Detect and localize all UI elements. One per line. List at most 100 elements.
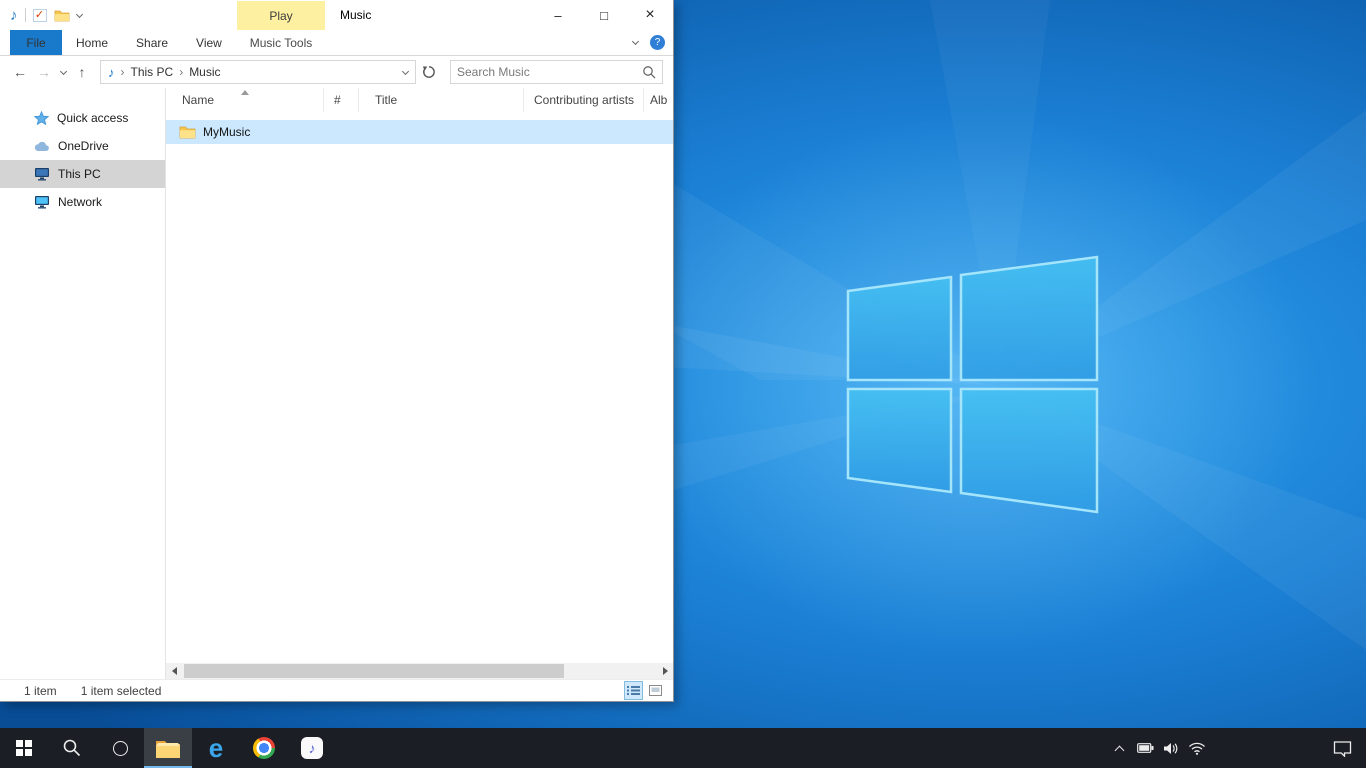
column-headers: Name # Title Contributing artists Alb [166, 88, 673, 112]
contextual-tab-play[interactable]: Play [237, 1, 325, 30]
itunes-icon: ♪ [301, 737, 323, 759]
sidebar-item-this-pc[interactable]: This PC [0, 160, 165, 188]
column-label: # [334, 93, 341, 107]
qat-dropdown-icon[interactable] [75, 10, 82, 17]
sidebar-item-label: OneDrive [58, 139, 109, 153]
cortana-icon [113, 741, 128, 756]
help-icon[interactable]: ? [650, 35, 665, 50]
column-header-title[interactable]: Title [359, 88, 524, 112]
large-icons-view-icon [649, 685, 662, 696]
battery-icon [1137, 743, 1154, 753]
taskbar-file-explorer-button[interactable] [144, 728, 192, 768]
column-label: Contributing artists [534, 93, 634, 107]
status-bar: 1 item 1 item selected [0, 679, 673, 701]
column-header-name[interactable]: Name [166, 88, 324, 112]
cloud-icon [34, 141, 50, 152]
title-bar: ♪ ✓ Play Music – □ × [0, 0, 673, 30]
network-button[interactable] [1184, 728, 1210, 768]
windows-logo-icon [16, 740, 32, 756]
window-body: Quick access OneDrive This PC [0, 88, 673, 679]
caption-buttons: – □ × [535, 0, 673, 30]
scroll-left-button[interactable] [166, 663, 182, 679]
system-tray [1106, 728, 1366, 768]
qat-separator [25, 8, 26, 22]
column-label: Title [375, 93, 397, 107]
action-center-button[interactable] [1318, 740, 1366, 757]
breadcrumb-this-pc[interactable]: This PC [131, 65, 174, 79]
taskbar-itunes-button[interactable]: ♪ [288, 728, 336, 768]
taskbar-search-button[interactable] [48, 728, 96, 768]
tab-home[interactable]: Home [62, 30, 122, 55]
horizontal-scrollbar[interactable] [166, 663, 673, 679]
column-header-contributing-artists[interactable]: Contributing artists [524, 88, 644, 112]
close-button[interactable]: × [627, 0, 673, 30]
folder-icon [179, 125, 196, 139]
music-location-icon: ♪ [108, 65, 115, 80]
cortana-button[interactable] [96, 728, 144, 768]
wifi-icon [1188, 742, 1206, 755]
window-title: Music [340, 0, 371, 30]
tab-share[interactable]: Share [122, 30, 182, 55]
selection-count: 1 item selected [81, 684, 162, 698]
show-hidden-icons-button[interactable] [1106, 728, 1132, 768]
column-header-album[interactable]: Alb [644, 88, 673, 112]
file-list: MyMusic [166, 112, 673, 663]
navigation-pane: Quick access OneDrive This PC [0, 88, 166, 679]
address-dropdown-icon[interactable] [395, 61, 415, 83]
breadcrumb-separator: › [121, 65, 125, 79]
quick-access-toolbar: ♪ ✓ [0, 0, 82, 30]
list-item-mymusic[interactable]: MyMusic [166, 120, 673, 144]
column-label: Name [182, 93, 214, 107]
expand-ribbon-icon[interactable] [632, 38, 639, 45]
tab-file[interactable]: File [10, 30, 62, 55]
sidebar-item-onedrive[interactable]: OneDrive [0, 132, 165, 160]
column-header-number[interactable]: # [324, 88, 359, 112]
battery-status[interactable] [1132, 728, 1158, 768]
list-item-label: MyMusic [203, 125, 250, 139]
breadcrumb-music[interactable]: Music [189, 65, 220, 79]
refresh-button[interactable] [416, 60, 442, 84]
tab-music-tools[interactable]: Music Tools [237, 30, 325, 55]
properties-button[interactable]: ✓ [33, 9, 47, 22]
scrollbar-track[interactable] [182, 663, 657, 679]
up-button[interactable]: ↑ [70, 60, 94, 84]
taskbar-edge-button[interactable]: e [192, 728, 240, 768]
speaker-icon [1163, 742, 1179, 755]
sidebar-item-label: Network [58, 195, 102, 209]
scroll-right-button[interactable] [657, 663, 673, 679]
forward-button[interactable]: → [32, 60, 56, 84]
volume-button[interactable] [1158, 728, 1184, 768]
details-view-icon [627, 685, 640, 696]
details-view-button[interactable] [624, 681, 643, 700]
maximize-button[interactable]: □ [581, 0, 627, 30]
new-folder-button[interactable] [54, 9, 70, 22]
sidebar-item-quick-access[interactable]: Quick access [0, 104, 165, 132]
start-button[interactable] [0, 728, 48, 768]
scrollbar-thumb[interactable] [184, 664, 564, 678]
search-input[interactable] [457, 65, 642, 79]
network-icon [34, 195, 50, 209]
sort-ascending-icon [241, 90, 249, 95]
minimize-button[interactable]: – [535, 0, 581, 30]
sidebar-item-network[interactable]: Network [0, 188, 165, 216]
large-icons-view-button[interactable] [646, 681, 665, 700]
address-bar[interactable]: ♪ › This PC › Music [100, 60, 416, 84]
taskbar-chrome-button[interactable] [240, 728, 288, 768]
recent-locations-icon[interactable] [56, 71, 70, 74]
column-label: Alb [650, 93, 667, 107]
ribbon-tab-row: File Home Share View Music Tools ? [0, 30, 673, 56]
taskbar: e ♪ [0, 728, 1366, 768]
search-box [450, 60, 663, 84]
explorer-window: ♪ ✓ Play Music – □ × File Home Share Vie… [0, 0, 674, 702]
item-count: 1 item [24, 684, 57, 698]
back-button[interactable]: ← [8, 60, 32, 84]
file-explorer-icon [155, 738, 181, 759]
search-icon [62, 738, 82, 758]
search-icon [642, 65, 656, 79]
music-app-icon: ♪ [10, 7, 18, 24]
tab-view[interactable]: View [182, 30, 236, 55]
view-toggles [624, 681, 665, 700]
computer-icon [34, 167, 50, 181]
star-icon [34, 111, 49, 126]
edge-icon: e [209, 735, 223, 761]
